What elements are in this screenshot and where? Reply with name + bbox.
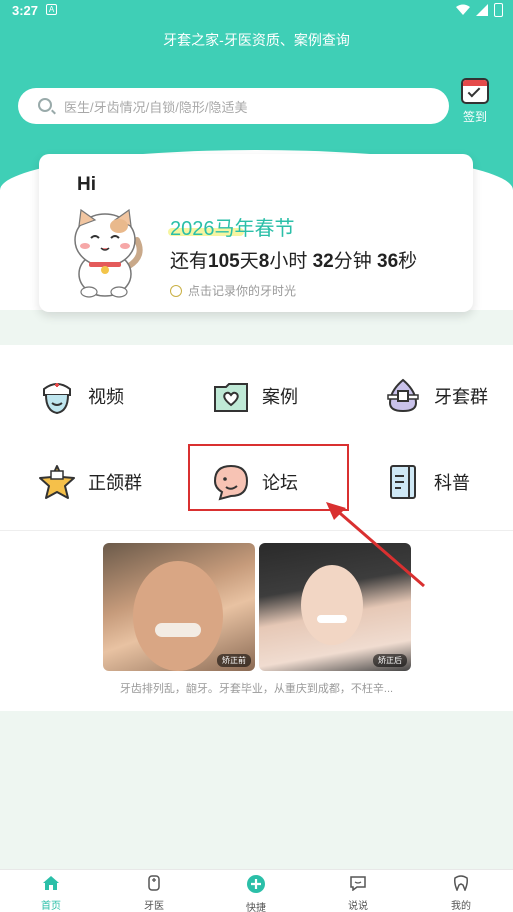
event-title: 2026马年春节 xyxy=(170,218,295,240)
countdown-days-unit: 天 xyxy=(239,251,259,272)
search-icon xyxy=(38,98,52,112)
menu-item-video[interactable]: 视频 xyxy=(38,377,124,415)
tab-mine[interactable]: 我的 xyxy=(431,875,491,912)
case-caption: 牙齿排列乱，龅牙。牙套毕业，从重庆到成都，不枉辛... xyxy=(119,683,394,695)
menu-item-science[interactable]: 科普 xyxy=(384,463,470,501)
annotation-arrow-icon xyxy=(326,502,425,588)
menu-item-braces-group[interactable]: 牙套群 xyxy=(384,377,488,415)
notebook-icon xyxy=(390,465,416,499)
tooth-icon xyxy=(454,875,468,892)
battery-icon xyxy=(494,3,503,17)
wifi-icon xyxy=(456,4,470,15)
countdown-text: 还有105天8小时 32分钟 36秒 xyxy=(170,246,417,273)
app-title: 牙套之家-牙医资质、案例查询 xyxy=(163,32,350,48)
status-icons xyxy=(456,3,503,17)
menu-label-science: 科普 xyxy=(434,473,470,493)
status-time: 3:27 xyxy=(12,3,39,18)
countdown-prefix: 还有 xyxy=(170,251,209,272)
calendar-check-icon xyxy=(461,78,489,104)
braces-icon xyxy=(387,378,419,413)
signal-icon xyxy=(476,4,488,16)
folder-heart-icon xyxy=(214,383,248,412)
countdown-hours-unit: 小时 xyxy=(269,251,313,272)
tab-home[interactable]: 首页 xyxy=(21,875,81,912)
before-photo[interactable]: 矫正前 xyxy=(103,543,255,671)
message-icon xyxy=(350,876,366,892)
menu-label-cases: 案例 xyxy=(262,387,298,407)
after-tag: 矫正后 xyxy=(373,654,407,667)
greeting: Hi xyxy=(77,174,96,195)
search-bar[interactable]: 医生/牙齿情况/自锁/隐形/隐适美 xyxy=(18,88,449,124)
plus-circle-icon xyxy=(247,875,265,893)
menu-label-video: 视频 xyxy=(88,387,124,407)
tab-mine-label: 我的 xyxy=(451,901,471,912)
teeth-before xyxy=(155,623,201,637)
bottom-tab-bar: 首页 牙医 快捷 说说 我的 xyxy=(0,869,513,912)
lucky-cat-icon xyxy=(74,208,143,298)
record-text: 点击记录你的牙时光 xyxy=(188,284,297,298)
home-icon xyxy=(43,876,59,890)
countdown-minutes: 32 xyxy=(312,251,334,272)
countdown-hours: 8 xyxy=(258,251,270,272)
tab-talk-label: 说说 xyxy=(348,901,368,912)
tab-quick[interactable]: 快捷 xyxy=(226,875,286,912)
countdown-seconds-unit: 秒 xyxy=(398,251,418,272)
countdown-days: 105 xyxy=(208,251,240,272)
checkin-button[interactable]: 签到 xyxy=(458,78,492,125)
before-tag: 矫正前 xyxy=(217,654,251,667)
tab-quick-label: 快捷 xyxy=(246,903,266,912)
tab-talk[interactable]: 说说 xyxy=(328,875,388,912)
countdown-minutes-unit: 分钟 xyxy=(333,251,378,272)
star-icon xyxy=(39,465,75,499)
menu-label-orthognathic-group: 正颌群 xyxy=(88,473,142,493)
tab-dentist[interactable]: 牙医 xyxy=(124,875,184,912)
nurse-icon xyxy=(43,383,71,415)
countdown-seconds: 36 xyxy=(377,251,399,272)
tab-dentist-label: 牙医 xyxy=(144,901,164,912)
notification-icon: A xyxy=(46,4,57,15)
search-placeholder: 医生/牙齿情况/自锁/隐形/隐适美 xyxy=(64,100,248,115)
status-bar: 3:27 A xyxy=(0,0,513,22)
menu-item-orthognathic-group[interactable]: 正颌群 xyxy=(38,463,142,501)
case-preview[interactable]: 矫正前 矫正后 牙齿排列乱，龅牙。牙套毕业，从重庆到成都，不枉辛... xyxy=(0,531,513,711)
menu-item-cases[interactable]: 案例 xyxy=(212,377,298,415)
teeth-after xyxy=(317,615,347,623)
tab-home-label: 首页 xyxy=(41,901,61,912)
record-link[interactable]: 点击记录你的牙时光 xyxy=(170,282,296,299)
menu-label-braces-group: 牙套群 xyxy=(434,387,488,407)
doctor-icon xyxy=(148,875,160,891)
face-before xyxy=(133,561,223,671)
checkin-label: 签到 xyxy=(462,110,487,124)
alarm-clock-icon xyxy=(170,284,182,297)
countdown-card[interactable]: Hi 2026马年春节 还有105天8小时 32分钟 36秒 点击记录你的牙时光 xyxy=(39,154,473,312)
